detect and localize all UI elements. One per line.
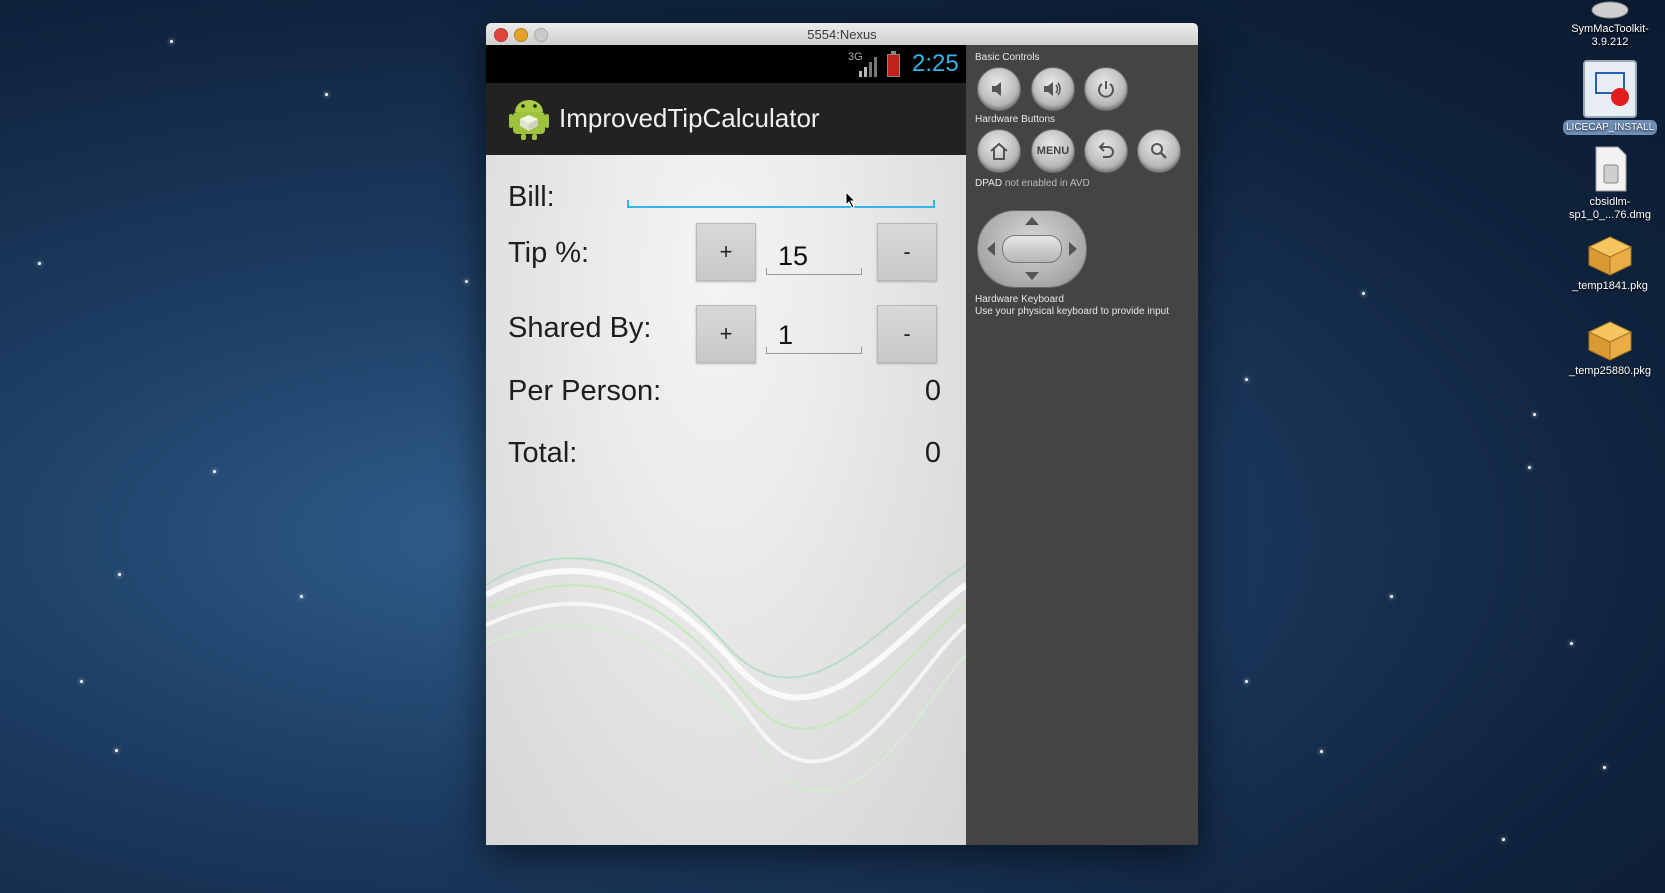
dpad-right-icon: [1069, 242, 1077, 256]
dpad-heading: DPAD not enabled in AVD: [975, 178, 1090, 189]
shared-by-field[interactable]: 1: [766, 320, 862, 354]
search-button[interactable]: [1137, 129, 1181, 173]
shared-by-label: Shared By:: [508, 312, 652, 344]
power-icon: [1098, 81, 1114, 98]
basic-controls-heading: Basic Controls: [975, 52, 1040, 63]
background-waves: [486, 557, 966, 793]
dmg-file-icon: [1595, 146, 1627, 192]
hardware-keyboard-note: Use your physical keyboard to provide in…: [975, 306, 1169, 317]
signal-icon: [859, 57, 877, 77]
search-icon: [1151, 143, 1167, 159]
desktop-icon-temp25880[interactable]: _temp25880.pkg: [1555, 318, 1665, 378]
home-icon: [990, 142, 1008, 160]
back-button[interactable]: [1084, 129, 1128, 173]
emulator-control-panel: Basic Controls Hardware Buttons MENU DPA…: [966, 45, 1198, 845]
package-icon: [1587, 321, 1633, 361]
mouse-cursor-icon: [845, 191, 857, 209]
dpad-label: DPAD: [975, 178, 1003, 189]
per-person-value: 0: [924, 375, 941, 407]
volume-up-icon: [1044, 82, 1061, 96]
action-bar: ImprovedTipCalculator: [486, 83, 966, 155]
battery-icon: [887, 51, 900, 77]
tip-percent-field[interactable]: 15: [766, 241, 862, 275]
tip-calculator-form: Bill: Tip %: + 15 - Shared By: + 1 - Per…: [486, 155, 966, 845]
window-titlebar[interactable]: 5554:Nexus: [486, 23, 1198, 46]
app-title: ImprovedTipCalculator: [559, 103, 820, 133]
desktop-icon-temp1841[interactable]: _temp1841.pkg: [1555, 233, 1665, 293]
tip-label: Tip %:: [508, 237, 590, 269]
android-screen: 3G 2:25 ImprovedTipCalculator Bill: Tip …: [486, 45, 966, 845]
status-time: 2:25: [912, 50, 959, 77]
dpad-down-icon: [1025, 272, 1039, 280]
disk-image-icon: [1591, 1, 1629, 19]
desktop-icon-licecap[interactable]: LICECAP_INSTALL: [1555, 60, 1665, 135]
window-title: 5554:Nexus: [807, 27, 877, 42]
total-label: Total:: [508, 437, 578, 469]
desktop-icon-symmactoolkit[interactable]: SymMacToolkit-3.9.212: [1555, 0, 1665, 49]
desktop-icon-label: _temp1841.pkg: [1572, 280, 1648, 292]
tip-decrease-button[interactable]: -: [877, 223, 937, 281]
back-icon: [1098, 142, 1114, 158]
emulator-window: 5554:Nexus 3G 2:25 ImprovedTipCalculator…: [486, 23, 1198, 845]
dpad-up-icon: [1025, 217, 1039, 225]
desktop-icon-label: SymMacToolkit-3.9.212: [1571, 23, 1649, 48]
volume-down-icon: [992, 82, 1001, 96]
home-button[interactable]: [977, 129, 1021, 173]
bill-input[interactable]: [627, 200, 935, 208]
package-icon: [1587, 236, 1633, 276]
volume-up-button[interactable]: [1031, 67, 1075, 111]
bill-label: Bill:: [508, 181, 555, 213]
dpad-note: not enabled in AVD: [1004, 178, 1090, 189]
hardware-buttons-heading: Hardware Buttons: [975, 114, 1056, 125]
desktop-icon-label: LICECAP_INSTALL: [1563, 120, 1657, 135]
desktop-icon-cbsidlm[interactable]: cbsidlm-sp1_0_...76.dmg: [1555, 145, 1665, 222]
per-person-label: Per Person:: [508, 375, 662, 407]
status-bar: 3G 2:25: [486, 45, 966, 83]
menu-button[interactable]: MENU: [1031, 129, 1075, 173]
dpad-center-button[interactable]: [1002, 235, 1062, 263]
android-app-icon: [509, 100, 549, 140]
desktop-icon-label: _temp25880.pkg: [1569, 365, 1651, 377]
hardware-keyboard-heading: Hardware Keyboard: [975, 294, 1064, 305]
dpad[interactable]: [977, 210, 1087, 288]
power-button[interactable]: [1084, 67, 1128, 111]
total-value: 0: [924, 437, 941, 469]
tip-increase-button[interactable]: +: [696, 223, 756, 281]
shared-decrease-button[interactable]: -: [877, 305, 937, 363]
licecap-icon: [1583, 60, 1637, 118]
desktop-icon-label: cbsidlm-sp1_0_...76.dmg: [1569, 196, 1651, 221]
shared-increase-button[interactable]: +: [696, 305, 756, 363]
dpad-left-icon: [987, 242, 995, 256]
volume-down-button[interactable]: [977, 67, 1021, 111]
